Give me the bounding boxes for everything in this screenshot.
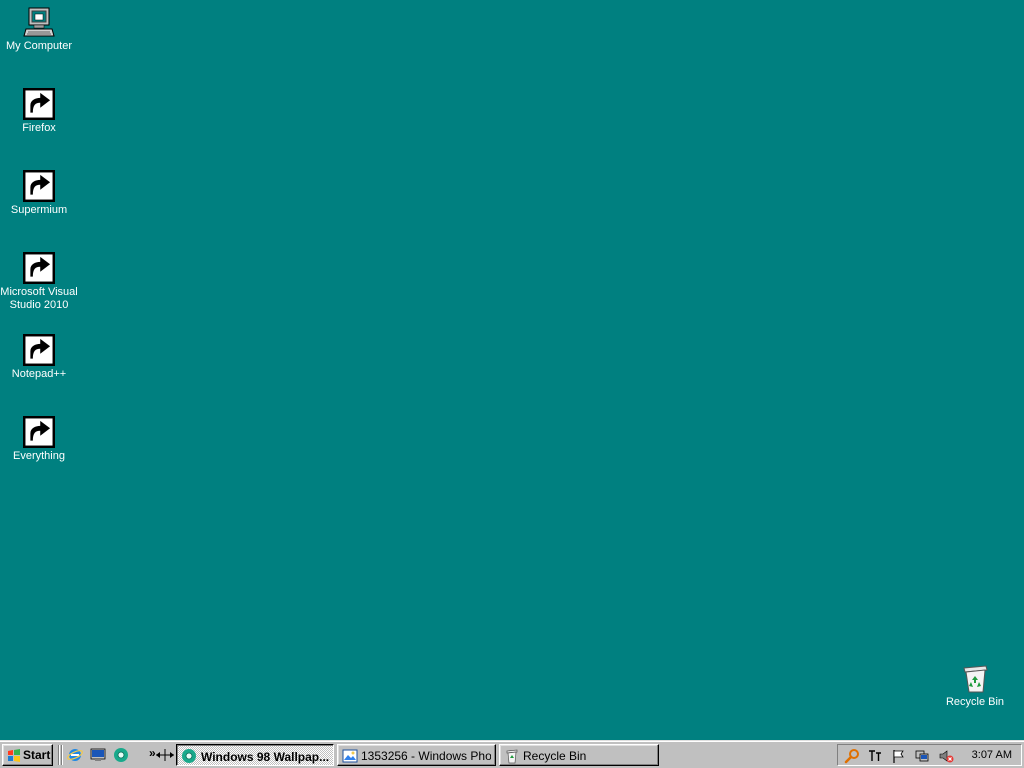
everything-search-icon bbox=[23, 416, 55, 448]
search-icon[interactable] bbox=[844, 748, 860, 764]
shortcut-arrow-icon bbox=[23, 88, 55, 120]
desktop-icon-my-computer[interactable]: My Computer bbox=[0, 6, 78, 53]
desktop-icon-label: Firefox bbox=[22, 122, 56, 134]
firefox-icon bbox=[23, 88, 55, 120]
taskbar: Start » Windows 98 Wallpap... 1353256 - … bbox=[0, 740, 1024, 768]
internet-explorer-icon bbox=[67, 749, 83, 761]
supermium-icon bbox=[114, 748, 128, 762]
visual-studio-icon bbox=[23, 252, 55, 284]
recycle-bin-icon bbox=[504, 748, 520, 764]
desktop-icon-label: Microsoft Visual Studio 2010 bbox=[0, 286, 78, 311]
desktop-icon-everything[interactable]: Everything bbox=[0, 416, 78, 463]
desktop-icon-visual-studio[interactable]: Microsoft Visual Studio 2010 bbox=[0, 252, 78, 312]
quicklaunch-supermium[interactable] bbox=[113, 747, 129, 763]
shortcut-arrow-icon bbox=[23, 252, 55, 284]
volume-muted-icon[interactable] bbox=[938, 748, 954, 764]
network-icon[interactable] bbox=[914, 748, 930, 764]
desktop-icon-label: Supermium bbox=[10, 204, 68, 216]
start-label: Start bbox=[23, 748, 51, 762]
start-button[interactable]: Start bbox=[2, 744, 53, 766]
desktop[interactable]: My Computer Firefox Supermium Microsoft … bbox=[0, 0, 1024, 740]
taskbar-resize-handle[interactable] bbox=[155, 748, 175, 762]
notepad-plus-plus-icon: ++ bbox=[23, 334, 55, 366]
taskbar-separator bbox=[58, 745, 60, 765]
desktop-icon-label: Recycle Bin bbox=[945, 696, 1005, 708]
shortcut-arrow-icon bbox=[23, 170, 55, 202]
supermium-icon bbox=[23, 170, 55, 202]
language-icon[interactable] bbox=[867, 748, 883, 764]
taskbar-separator bbox=[61, 745, 63, 765]
taskbar-button-label: Windows 98 Wallpap... bbox=[201, 750, 329, 764]
desktop-icon-label: Everything bbox=[13, 450, 65, 462]
desktop-icon-recycle-bin[interactable]: Recycle Bin bbox=[936, 662, 1014, 709]
desktop-icon-notepad-plus-plus[interactable]: ++ Notepad++ bbox=[0, 334, 78, 381]
flag-icon[interactable] bbox=[890, 748, 906, 764]
show-desktop-icon bbox=[90, 748, 106, 761]
desktop-icon-supermium[interactable]: Supermium bbox=[0, 170, 78, 217]
shortcut-arrow-icon bbox=[23, 416, 55, 448]
clock[interactable]: 3:07 AM bbox=[972, 749, 1012, 761]
desktop-icon-label: My Computer bbox=[5, 40, 73, 52]
supermium-icon bbox=[181, 748, 197, 764]
recycle-bin-icon bbox=[959, 662, 991, 694]
taskbar-button-label: 1353256 - Windows Phot... bbox=[361, 749, 491, 763]
taskbar-button-photo-viewer[interactable]: 1353256 - Windows Phot... bbox=[337, 744, 496, 766]
windows-logo-icon bbox=[8, 749, 20, 762]
desktop-icon-label: Notepad++ bbox=[11, 368, 67, 380]
system-tray: 3:07 AM bbox=[837, 744, 1022, 766]
desktop-icon-firefox[interactable]: Firefox bbox=[0, 88, 78, 135]
shortcut-arrow-icon bbox=[23, 334, 55, 366]
computer-icon bbox=[23, 6, 55, 38]
photo-viewer-icon bbox=[342, 748, 358, 764]
quicklaunch-show-desktop[interactable] bbox=[90, 747, 106, 763]
taskbar-button-wallpaper[interactable]: Windows 98 Wallpap... bbox=[176, 744, 334, 766]
quicklaunch-internet-explorer[interactable] bbox=[67, 747, 83, 763]
taskbar-button-label: Recycle Bin bbox=[523, 749, 587, 763]
taskbar-button-recycle-bin[interactable]: Recycle Bin bbox=[499, 744, 659, 766]
